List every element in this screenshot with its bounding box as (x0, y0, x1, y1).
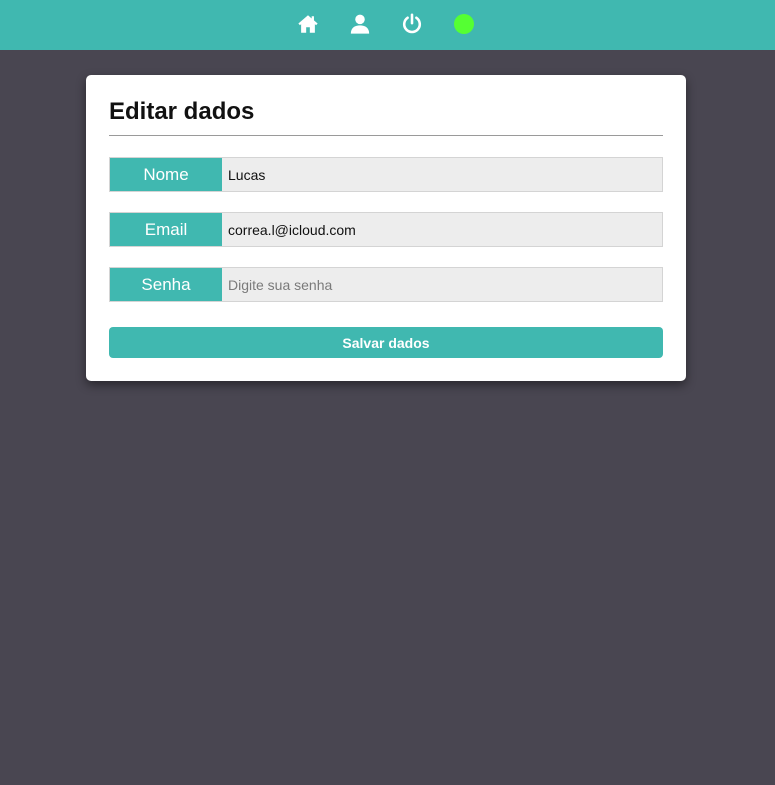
name-field-row: Nome (109, 157, 663, 192)
password-input[interactable] (222, 268, 662, 301)
user-icon[interactable] (349, 13, 371, 35)
title-divider (109, 135, 663, 136)
top-navbar (0, 0, 775, 50)
online-status-indicator (454, 14, 474, 34)
password-field-row: Senha (109, 267, 663, 302)
name-field-label: Nome (110, 158, 222, 191)
email-field-label: Email (110, 213, 222, 246)
home-icon[interactable] (297, 13, 319, 35)
email-input[interactable] (222, 213, 662, 246)
page-title: Editar dados (109, 98, 255, 125)
power-icon[interactable] (401, 13, 423, 35)
edit-profile-card: Editar dados Nome Email Senha Salvar dad… (86, 75, 686, 381)
password-field-label: Senha (110, 268, 222, 301)
save-button[interactable]: Salvar dados (109, 327, 663, 358)
name-input[interactable] (222, 158, 662, 191)
email-field-row: Email (109, 212, 663, 247)
